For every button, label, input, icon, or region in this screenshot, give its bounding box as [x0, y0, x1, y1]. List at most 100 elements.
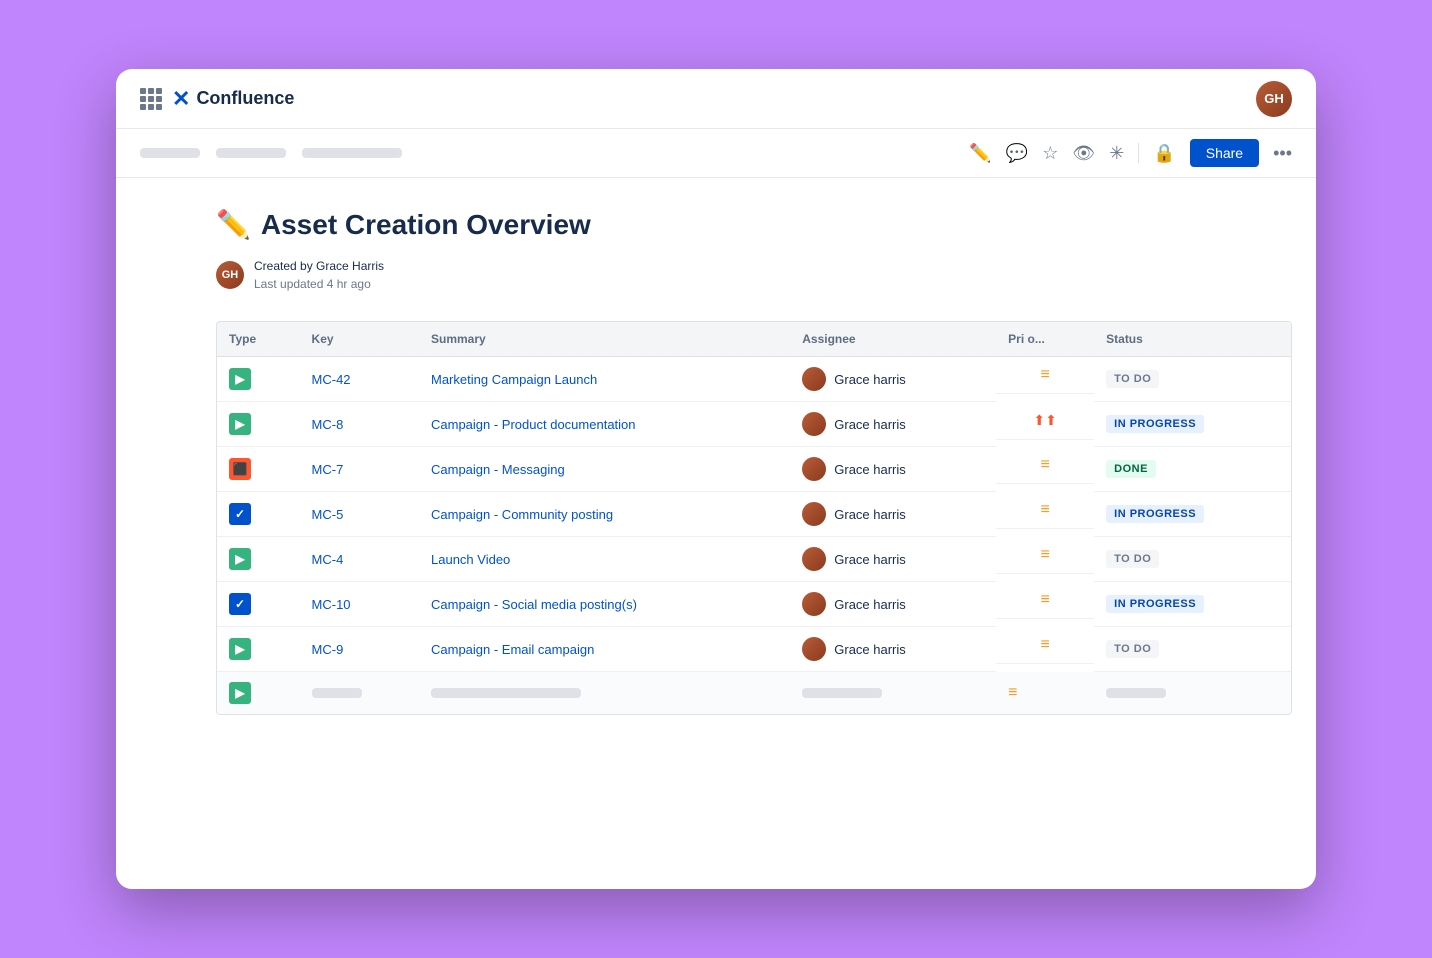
cell-assignee: Grace harris: [790, 582, 996, 627]
cell-status: IN PROGRESS: [1094, 582, 1291, 627]
type-icon-story: ▶: [229, 413, 251, 435]
assignee-cell: Grace harris: [802, 457, 984, 481]
cell-summary[interactable]: Campaign - Community posting: [419, 492, 790, 537]
loading-icon: ✳: [1109, 143, 1124, 164]
assignee-name: Grace harris: [834, 552, 906, 567]
cell-type: ▶: [217, 627, 300, 672]
confluence-x-icon: ✕: [172, 86, 190, 112]
confluence-logo[interactable]: ✕ Confluence: [172, 86, 294, 112]
assignee-avatar: [802, 457, 826, 481]
priority-medium-icon: ≡: [1040, 637, 1049, 653]
more-options-icon[interactable]: •••: [1273, 143, 1292, 164]
cell-priority: ≡: [996, 447, 1094, 484]
priority-medium-icon: ≡: [1008, 684, 1017, 701]
status-badge: DONE: [1106, 460, 1156, 478]
priority-medium-icon: ≡: [1040, 592, 1049, 608]
table-row[interactable]: ▶ MC-8 Campaign - Product documentation …: [217, 402, 1291, 447]
partial-status-bar: [1106, 688, 1166, 698]
issue-key[interactable]: MC-7: [312, 462, 344, 477]
issue-key[interactable]: MC-5: [312, 507, 344, 522]
cell-summary[interactable]: Campaign - Social media posting(s): [419, 582, 790, 627]
cell-priority: ≡: [996, 627, 1094, 664]
user-avatar[interactable]: GH: [1256, 81, 1292, 117]
type-icon-task: ✓: [229, 593, 251, 615]
priority-medium-icon: ≡: [1040, 457, 1049, 473]
cell-key[interactable]: MC-10: [300, 582, 419, 627]
page-content: ✏️ Asset Creation Overview GH Created by…: [116, 178, 1316, 745]
table-row-partial: ▶ ≡: [217, 672, 1291, 715]
breadcrumb-item: [140, 148, 200, 158]
status-badge: TO DO: [1106, 370, 1159, 388]
issue-summary[interactable]: Marketing Campaign Launch: [431, 372, 597, 387]
cell-key[interactable]: MC-5: [300, 492, 419, 537]
cell-assignee: Grace harris: [790, 447, 996, 492]
partial-summary: [419, 672, 790, 715]
cell-key[interactable]: MC-8: [300, 402, 419, 447]
issue-key[interactable]: MC-9: [312, 642, 344, 657]
issue-key[interactable]: MC-42: [312, 372, 351, 387]
issue-summary[interactable]: Campaign - Email campaign: [431, 642, 594, 657]
issue-summary[interactable]: Launch Video: [431, 552, 510, 567]
cell-summary[interactable]: Marketing Campaign Launch: [419, 357, 790, 402]
assignee-name: Grace harris: [834, 597, 906, 612]
table-row[interactable]: ⬛ MC-7 Campaign - Messaging Grace harris…: [217, 447, 1291, 492]
issue-key[interactable]: MC-10: [312, 597, 351, 612]
toolbar-divider: [1138, 143, 1139, 163]
issue-summary[interactable]: Campaign - Social media posting(s): [431, 597, 637, 612]
table-row[interactable]: ▶ MC-4 Launch Video Grace harris ≡ TO DO: [217, 537, 1291, 582]
issue-summary[interactable]: Campaign - Product documentation: [431, 417, 636, 432]
partial-summary-bar: [431, 688, 581, 698]
last-updated: Last updated 4 hr ago: [254, 275, 384, 293]
assignee-avatar: [802, 502, 826, 526]
cell-assignee: Grace harris: [790, 357, 996, 402]
author-avatar: GH: [216, 261, 244, 289]
app-switcher-icon[interactable]: [140, 88, 162, 110]
assignee-cell: Grace harris: [802, 592, 984, 616]
partial-priority: ≡: [996, 672, 1094, 715]
partial-type: ▶: [217, 672, 300, 715]
type-icon-story: ▶: [229, 682, 251, 704]
table-row[interactable]: ✓ MC-10 Campaign - Social media posting(…: [217, 582, 1291, 627]
assignee-name: Grace harris: [834, 507, 906, 522]
issue-summary[interactable]: Campaign - Messaging: [431, 462, 565, 477]
cell-key[interactable]: MC-4: [300, 537, 419, 582]
issue-key[interactable]: MC-4: [312, 552, 344, 567]
cell-status: TO DO: [1094, 357, 1291, 402]
table-row[interactable]: ✓ MC-5 Campaign - Community posting Grac…: [217, 492, 1291, 537]
status-badge: IN PROGRESS: [1106, 505, 1204, 523]
partial-assignee-bar: [802, 688, 882, 698]
cell-priority: ≡: [996, 492, 1094, 529]
priority-col-label: Pri o...: [1008, 332, 1045, 346]
cell-priority: ≡: [996, 582, 1094, 619]
cell-summary[interactable]: Campaign - Email campaign: [419, 627, 790, 672]
assignee-avatar: [802, 367, 826, 391]
page-title: Asset Creation Overview: [261, 209, 591, 241]
cell-key[interactable]: MC-9: [300, 627, 419, 672]
star-icon[interactable]: ☆: [1042, 143, 1058, 164]
page-meta-text: Created by Grace Harris Last updated 4 h…: [254, 257, 384, 293]
assignee-avatar: [802, 412, 826, 436]
share-button[interactable]: Share: [1190, 139, 1259, 167]
cell-summary[interactable]: Campaign - Product documentation: [419, 402, 790, 447]
watch-icon[interactable]: 👁: [1072, 143, 1095, 164]
cell-summary[interactable]: Campaign - Messaging: [419, 447, 790, 492]
table-row[interactable]: ▶ MC-42 Marketing Campaign Launch Grace …: [217, 357, 1291, 402]
cell-assignee: Grace harris: [790, 627, 996, 672]
cell-status: IN PROGRESS: [1094, 402, 1291, 447]
page-meta: GH Created by Grace Harris Last updated …: [216, 257, 1292, 293]
cell-summary[interactable]: Launch Video: [419, 537, 790, 582]
issue-summary[interactable]: Campaign - Community posting: [431, 507, 613, 522]
col-key: Key: [300, 322, 419, 357]
edit-icon[interactable]: ✏️: [969, 143, 991, 164]
cell-type: ✓: [217, 582, 300, 627]
comment-icon[interactable]: 💬: [1006, 143, 1028, 164]
table-row[interactable]: ▶ MC-9 Campaign - Email campaign Grace h…: [217, 627, 1291, 672]
cell-priority: ⬆⬆: [996, 402, 1094, 440]
cell-key[interactable]: MC-42: [300, 357, 419, 402]
issue-key[interactable]: MC-8: [312, 417, 344, 432]
cell-key[interactable]: MC-7: [300, 447, 419, 492]
assignee-cell: Grace harris: [802, 502, 984, 526]
priority-medium-icon: ≡: [1040, 502, 1049, 518]
lock-icon[interactable]: 🔒: [1153, 143, 1175, 164]
partial-key-bar: [312, 688, 362, 698]
